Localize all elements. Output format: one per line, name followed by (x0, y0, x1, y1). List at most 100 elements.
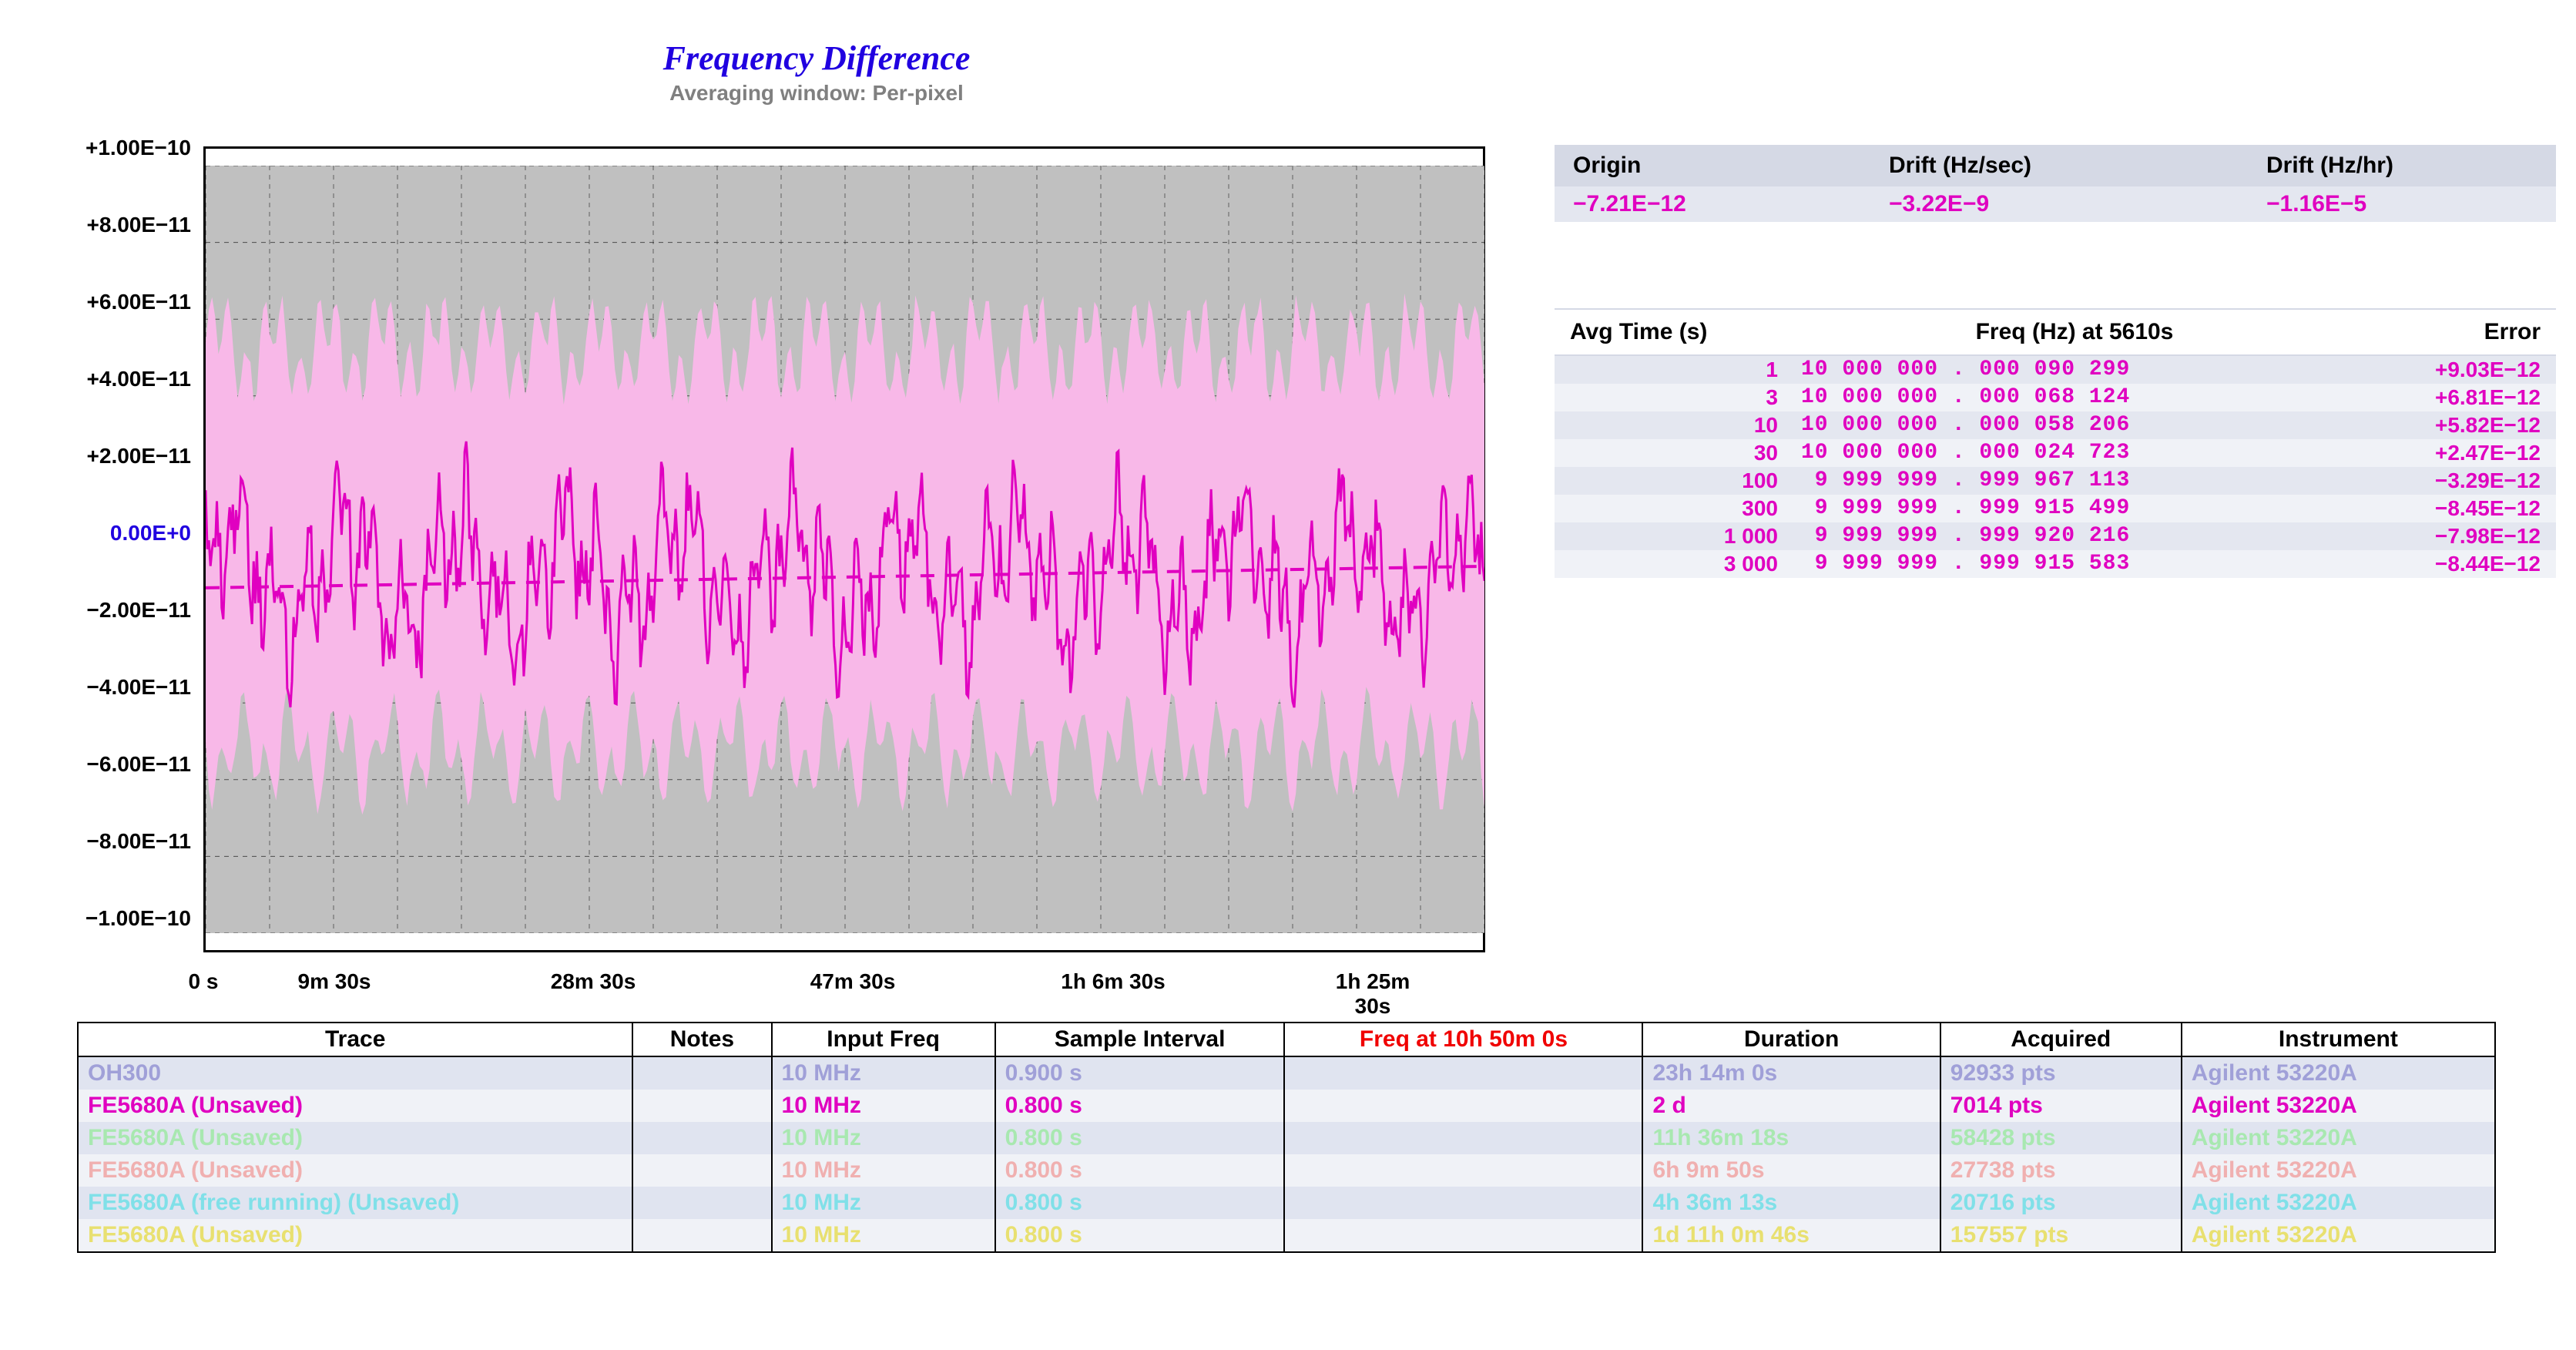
y-tick-zero: 0.00E+0 (22, 521, 191, 546)
y-axis: +1.00E−10 +8.00E−11 +6.00E−11 +4.00E−11 … (17, 146, 194, 948)
table-cell (1284, 1219, 1642, 1252)
avg-freq: 9 999 999 . 999 920 216 (1801, 524, 2371, 549)
avg-error: +9.03E−12 (2371, 358, 2541, 382)
drift-value: −3.22E−9 (1889, 191, 2266, 217)
avg-time: 10 (1570, 413, 1801, 438)
table-cell: 10 MHz (772, 1122, 995, 1154)
table-row[interactable]: FE5680A (Unsaved)10 MHz0.800 s11h 36m 18… (78, 1122, 2495, 1154)
chart-title: Frequency Difference (616, 39, 1017, 78)
table-cell: 10 MHz (772, 1056, 995, 1090)
avg-row: 110 000 000 . 000 090 299+9.03E−12 (1555, 356, 2556, 384)
table-cell: Agilent 53220A (2182, 1187, 2495, 1219)
table-cell (1284, 1154, 1642, 1187)
avg-freq: 9 999 999 . 999 915 499 (1801, 496, 2371, 521)
table-cell: 10 MHz (772, 1154, 995, 1187)
table-cell (1284, 1056, 1642, 1090)
table-cell: 10 MHz (772, 1187, 995, 1219)
avg-time: 1 000 (1570, 524, 1801, 549)
plot-area[interactable] (206, 166, 1484, 933)
avg-freq: 10 000 000 . 000 058 206 (1801, 413, 2371, 438)
table-cell (1284, 1187, 1642, 1219)
table-cell: 20716 pts (1940, 1187, 2182, 1219)
chart-title-block: Frequency Difference Averaging window: P… (616, 39, 1017, 106)
plot-svg (206, 166, 1484, 933)
avg-error: +5.82E−12 (2371, 413, 2541, 438)
table-cell (1284, 1122, 1642, 1154)
table-cell (632, 1219, 771, 1252)
th-trace: Trace (78, 1023, 632, 1056)
table-row[interactable]: FE5680A (free running) (Unsaved)10 MHz0.… (78, 1187, 2495, 1219)
table-cell: Agilent 53220A (2182, 1090, 2495, 1122)
th-inputfreq: Input Freq (772, 1023, 995, 1056)
avg-row: 310 000 000 . 000 068 124+6.81E−12 (1555, 384, 2556, 411)
table-cell: FE5680A (Unsaved) (78, 1219, 632, 1252)
table-row[interactable]: FE5680A (Unsaved)10 MHz0.800 s1d 11h 0m … (78, 1219, 2495, 1252)
x-tick: 28m 30s (551, 969, 636, 994)
drift-header: Drift (Hz/hr) (2266, 153, 2537, 179)
table-cell: 7014 pts (1940, 1090, 2182, 1122)
y-tick: +4.00E−11 (22, 367, 191, 391)
table-cell (1284, 1090, 1642, 1122)
chart-subtitle: Averaging window: Per-pixel (616, 81, 1017, 106)
table-cell (632, 1090, 771, 1122)
y-tick: −1.00E−10 (22, 906, 191, 931)
avg-row: 1 000 9 999 999 . 999 920 216−7.98E−12 (1555, 522, 2556, 550)
x-tick: 47m 30s (810, 969, 896, 994)
y-tick: −2.00E−11 (22, 598, 191, 623)
drift-header: Drift (Hz/sec) (1889, 153, 2266, 179)
avg-row: 3010 000 000 . 000 024 723+2.47E−12 (1555, 439, 2556, 467)
table-cell: 0.800 s (995, 1090, 1285, 1122)
avg-freq: 10 000 000 . 000 068 124 (1801, 385, 2371, 410)
table-cell: FE5680A (Unsaved) (78, 1122, 632, 1154)
avg-time: 3 (1570, 385, 1801, 410)
table-row[interactable]: OH30010 MHz0.900 s23h 14m 0s92933 ptsAgi… (78, 1056, 2495, 1090)
x-tick: 0 s (189, 969, 219, 994)
table-cell (632, 1122, 771, 1154)
drift-header-row: Origin Drift (Hz/sec) Drift (Hz/hr) (1555, 145, 2556, 186)
avg-error: −3.29E−12 (2371, 468, 2541, 493)
table-cell: 0.800 s (995, 1187, 1285, 1219)
x-axis: 0 s 9m 30s 28m 30s 47m 30s 1h 6m 30s 1h … (203, 969, 1485, 1008)
table-cell: 58428 pts (1940, 1122, 2182, 1154)
table-cell: FE5680A (Unsaved) (78, 1090, 632, 1122)
table-cell: 0.800 s (995, 1219, 1285, 1252)
y-tick: −6.00E−11 (22, 752, 191, 777)
avg-row: 3 000 9 999 999 . 999 915 583−8.44E−12 (1555, 550, 2556, 578)
table-cell: Agilent 53220A (2182, 1154, 2495, 1187)
drift-value: −7.21E−12 (1573, 191, 1889, 217)
drift-value: −1.16E−5 (2266, 191, 2537, 217)
x-tick: 9m 30s (298, 969, 371, 994)
table-cell: 0.900 s (995, 1056, 1285, 1090)
x-tick: 1h 25m 30s (1317, 969, 1429, 1019)
drift-data-row: −7.21E−12 −3.22E−9 −1.16E−5 (1555, 186, 2556, 222)
table-cell: Agilent 53220A (2182, 1219, 2495, 1252)
table-cell: 6h 9m 50s (1642, 1154, 1940, 1187)
avg-freq: 10 000 000 . 000 090 299 (1801, 358, 2371, 382)
table-cell: 157557 pts (1940, 1219, 2182, 1252)
table-cell (632, 1056, 771, 1090)
avg-time: 1 (1570, 358, 1801, 382)
th-freqat: Freq at 10h 50m 0s (1284, 1023, 1642, 1056)
y-tick: −4.00E−11 (22, 675, 191, 700)
table-cell: 0.800 s (995, 1122, 1285, 1154)
avg-error: −8.44E−12 (2371, 552, 2541, 576)
th-instrument: Instrument (2182, 1023, 2495, 1056)
table-cell (632, 1154, 771, 1187)
avg-freq: 10 000 000 . 000 024 723 (1801, 441, 2371, 465)
y-tick: −8.00E−11 (22, 829, 191, 854)
chart-frame (203, 146, 1485, 952)
table-cell: 0.800 s (995, 1154, 1285, 1187)
avg-time: 100 (1570, 468, 1801, 493)
table-row[interactable]: FE5680A (Unsaved)10 MHz0.800 s2 d7014 pt… (78, 1090, 2495, 1122)
drift-panel: Origin Drift (Hz/sec) Drift (Hz/hr) −7.2… (1555, 145, 2556, 222)
table-cell: 2 d (1642, 1090, 1940, 1122)
y-tick: +2.00E−11 (22, 444, 191, 468)
avg-header: Error (2371, 319, 2541, 345)
y-tick: +8.00E−11 (22, 213, 191, 237)
th-duration: Duration (1642, 1023, 1940, 1056)
th-sampleint: Sample Interval (995, 1023, 1285, 1056)
avg-error: −7.98E−12 (2371, 524, 2541, 549)
avg-row: 1010 000 000 . 000 058 206+5.82E−12 (1555, 411, 2556, 439)
table-row[interactable]: FE5680A (Unsaved)10 MHz0.800 s6h 9m 50s2… (78, 1154, 2495, 1187)
table-cell: OH300 (78, 1056, 632, 1090)
